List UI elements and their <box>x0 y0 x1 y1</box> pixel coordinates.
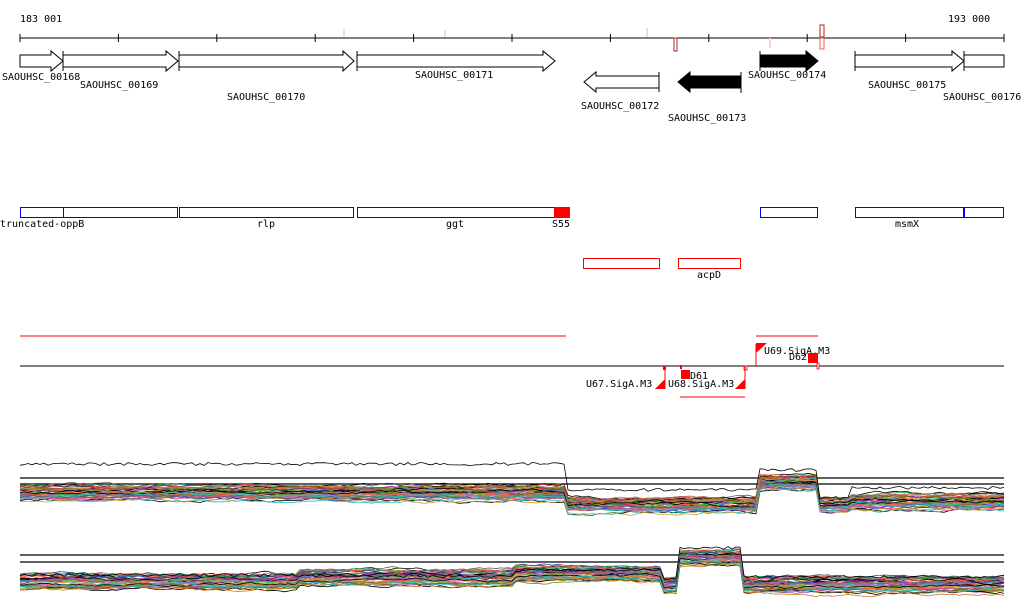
gene-label: SAOUHSC_00173 <box>668 113 746 124</box>
promoter-U68[interactable] <box>735 379 745 389</box>
expression-track-1 <box>19 462 1005 516</box>
feature-rlp[interactable] <box>179 207 354 218</box>
gene-SAOUHSC_00171[interactable]: SAOUHSC_00171 <box>356 49 556 81</box>
gene-SAOUHSC_00169[interactable]: SAOUHSC_00169 <box>62 49 179 91</box>
gene-label: SAOUHSC_00175 <box>868 80 946 91</box>
feature-box[interactable] <box>760 207 818 218</box>
gene-track: SAOUHSC_00168 SAOUHSC_00169 SAOUHSC_0017… <box>2 49 1021 124</box>
gene-label: SAOUHSC_00174 <box>748 70 826 81</box>
feature-S55[interactable] <box>554 207 570 218</box>
feature-red-box[interactable] <box>583 258 660 269</box>
gene-label: SAOUHSC_00170 <box>227 92 305 103</box>
expression-track-2 <box>19 546 1005 598</box>
terminator-D61[interactable] <box>681 370 690 379</box>
site-marker[interactable] <box>819 37 825 50</box>
site-marker[interactable] <box>819 24 825 38</box>
ruler: 183 001 193 000 <box>19 14 1005 52</box>
gene-label: SAOUHSC_00169 <box>80 80 158 91</box>
ruler-end-label: 193 000 <box>948 14 990 25</box>
feature-label: ggt <box>446 219 464 230</box>
feature-box[interactable] <box>964 207 1004 218</box>
terminator-label: D62 <box>789 352 807 363</box>
site-marker <box>343 29 345 37</box>
feature-box[interactable] <box>63 207 178 218</box>
gene-label: SAOUHSC_00171 <box>415 70 493 81</box>
site-marker <box>444 30 446 37</box>
feature-label: S55 <box>552 219 570 230</box>
feature-acpD[interactable] <box>678 258 741 269</box>
gene-label: SAOUHSC_00176 <box>943 92 1021 103</box>
feature-track <box>20 207 1004 218</box>
gene-SAOUHSC_00172[interactable]: SAOUHSC_00172 <box>581 70 660 112</box>
promoter-label: U68.SigA.M3 <box>668 379 734 390</box>
feature-label: msmX <box>895 219 919 230</box>
gene-SAOUHSC_00175[interactable]: SAOUHSC_00175 <box>854 49 965 91</box>
gene-label: SAOUHSC_00172 <box>581 101 659 112</box>
genome-browser: 183 001 193 000 SAOUHSC_00168 SAOUHSC_00… <box>0 14 1021 598</box>
ruler-start-label: 183 001 <box>20 14 62 25</box>
feature-truncated-oppB[interactable] <box>20 207 64 218</box>
promoter-U67[interactable] <box>655 379 665 389</box>
site-marker <box>769 38 771 48</box>
feature-label: truncated-oppB <box>0 219 84 230</box>
site-marker[interactable] <box>673 37 678 52</box>
feature-ggt[interactable] <box>357 207 555 218</box>
terminator-D62[interactable] <box>808 353 818 363</box>
gene-SAOUHSC_00170[interactable]: SAOUHSC_00170 <box>178 49 355 103</box>
feature-msmX[interactable] <box>855 207 964 218</box>
regulatory-track: U69.SigA.M3 D62 D61 U67.SigA.M3 U68.SigA… <box>20 335 1004 398</box>
feature-label: acpD <box>697 270 721 281</box>
promoter-label: U67.SigA.M3 <box>586 379 652 390</box>
gene-SAOUHSC_00173[interactable]: SAOUHSC_00173 <box>668 70 746 124</box>
gene-SAOUHSC_00174[interactable]: SAOUHSC_00174 <box>748 49 826 81</box>
feature-label: rlp <box>257 219 275 230</box>
site-marker <box>646 28 648 37</box>
gene-label: SAOUHSC_00168 <box>2 72 80 83</box>
